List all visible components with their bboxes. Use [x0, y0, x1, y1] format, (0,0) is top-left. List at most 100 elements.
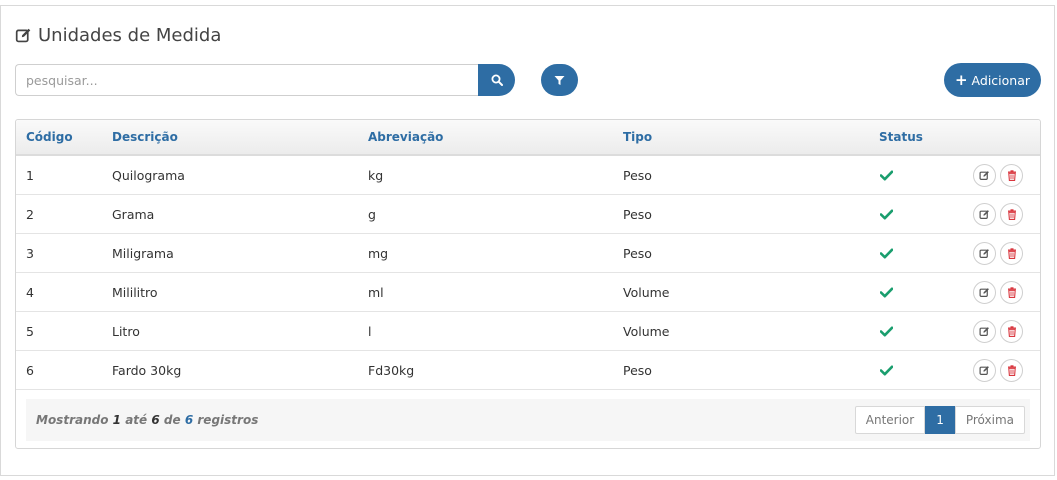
records-total: 6: [184, 413, 194, 427]
cell-abreviacao: Fd30kg: [368, 362, 415, 378]
cell-descricao: Fardo 30kg: [112, 362, 182, 378]
cell-abreviacao: l: [368, 323, 372, 339]
records-info: Mostrando 1 até 6 de 6 registros: [36, 413, 258, 427]
edit-button[interactable]: [973, 163, 996, 187]
table-header: Código Descrição Abreviação Tipo Status: [16, 120, 1040, 156]
edit-button[interactable]: [973, 358, 996, 382]
row-actions: [973, 202, 1023, 226]
pagination-next[interactable]: Próxima: [954, 406, 1025, 434]
cell-codigo: 3: [26, 245, 34, 261]
edit-icon: [979, 209, 989, 219]
trash-icon: [1007, 247, 1016, 259]
delete-button[interactable]: [1000, 202, 1023, 226]
cell-codigo: 5: [26, 323, 34, 339]
page-title: Unidades de Medida: [15, 23, 221, 47]
search-button[interactable]: [478, 64, 515, 96]
filter-icon: [554, 75, 565, 85]
cell-codigo: 6: [26, 362, 34, 378]
search-group: [15, 64, 515, 96]
column-header-descricao[interactable]: Descrição: [112, 130, 178, 144]
add-button-label: Adicionar: [971, 72, 1031, 88]
cell-codigo: 2: [26, 206, 34, 222]
cell-tipo: Peso: [623, 245, 652, 261]
cell-descricao: Quilograma: [112, 167, 185, 183]
table-row: 1 Quilograma kg Peso: [16, 156, 1040, 195]
edit-button[interactable]: [973, 280, 996, 304]
table-footer: Mostrando 1 até 6 de 6 registros Anterio…: [26, 399, 1030, 441]
table-row: 5 Litro l Volume: [16, 312, 1040, 351]
check-icon: [880, 209, 893, 220]
delete-button[interactable]: [1000, 319, 1023, 343]
delete-button[interactable]: [1000, 241, 1023, 265]
add-button[interactable]: + Adicionar: [944, 63, 1041, 97]
page-frame: Unidades de Medida + Adicionar Código De…: [0, 5, 1055, 476]
filter-button[interactable]: [541, 64, 578, 96]
check-icon: [880, 248, 893, 259]
column-header-tipo[interactable]: Tipo: [623, 130, 652, 144]
cell-abreviacao: g: [368, 206, 376, 222]
cell-tipo: Peso: [623, 362, 652, 378]
edit-button[interactable]: [973, 319, 996, 343]
search-icon: [491, 74, 503, 86]
row-actions: [973, 241, 1023, 265]
table-row: 4 Mililitro ml Volume: [16, 273, 1040, 312]
edit-icon: [979, 170, 989, 180]
plus-icon: +: [954, 70, 968, 89]
check-icon: [880, 365, 893, 376]
pagination: Anterior 1 Próxima: [854, 406, 1025, 434]
units-table: Código Descrição Abreviação Tipo Status …: [15, 119, 1041, 449]
check-icon: [880, 287, 893, 298]
cell-tipo: Volume: [623, 323, 670, 339]
records-of-word: de: [163, 413, 181, 427]
records-to: 6: [151, 413, 160, 427]
records-suffix: registros: [197, 413, 259, 427]
edit-icon: [979, 365, 989, 375]
cell-descricao: Litro: [112, 323, 140, 339]
column-header-codigo[interactable]: Código: [26, 130, 73, 144]
column-header-abreviacao[interactable]: Abreviação: [368, 130, 443, 144]
trash-icon: [1007, 208, 1016, 220]
edit-button[interactable]: [973, 202, 996, 226]
edit-icon: [979, 326, 989, 336]
trash-icon: [1007, 169, 1016, 181]
records-from: 1: [112, 413, 122, 427]
cell-descricao: Grama: [112, 206, 155, 222]
table-row: 2 Grama g Peso: [16, 195, 1040, 234]
table-row: 6 Fardo 30kg Fd30kg Peso: [16, 351, 1040, 390]
cell-abreviacao: mg: [368, 245, 389, 261]
cell-abreviacao: ml: [368, 284, 384, 300]
delete-button[interactable]: [1000, 163, 1023, 187]
cell-tipo: Volume: [623, 284, 670, 300]
cell-descricao: Mililitro: [112, 284, 158, 300]
check-icon: [880, 326, 893, 337]
delete-button[interactable]: [1000, 280, 1023, 304]
delete-button[interactable]: [1000, 358, 1023, 382]
check-icon: [880, 170, 893, 181]
column-header-status[interactable]: Status: [879, 130, 923, 144]
page-title-text: Unidades de Medida: [38, 24, 222, 46]
trash-icon: [1007, 364, 1016, 376]
records-to-word: até: [125, 413, 148, 427]
row-actions: [973, 319, 1023, 343]
cell-abreviacao: kg: [368, 167, 384, 183]
trash-icon: [1007, 325, 1016, 337]
row-actions: [973, 358, 1023, 382]
row-actions: [973, 280, 1023, 304]
cell-tipo: Peso: [623, 167, 652, 183]
cell-codigo: 4: [26, 284, 34, 300]
edit-button[interactable]: [973, 241, 996, 265]
cell-codigo: 1: [26, 167, 34, 183]
edit-icon: [979, 287, 989, 297]
pagination-prev[interactable]: Anterior: [854, 406, 926, 434]
search-input[interactable]: [15, 64, 478, 96]
cell-tipo: Peso: [623, 206, 652, 222]
row-actions: [973, 163, 1023, 187]
pagination-page-current[interactable]: 1: [925, 406, 955, 434]
edit-icon: [15, 28, 31, 42]
trash-icon: [1007, 286, 1016, 298]
records-prefix: Mostrando: [36, 413, 109, 427]
table-row: 3 Miligrama mg Peso: [16, 234, 1040, 273]
cell-descricao: Miligrama: [112, 245, 174, 261]
table-body: 1 Quilograma kg Peso 2 Grama g Peso 3 Mi…: [16, 156, 1040, 390]
edit-icon: [979, 248, 989, 258]
